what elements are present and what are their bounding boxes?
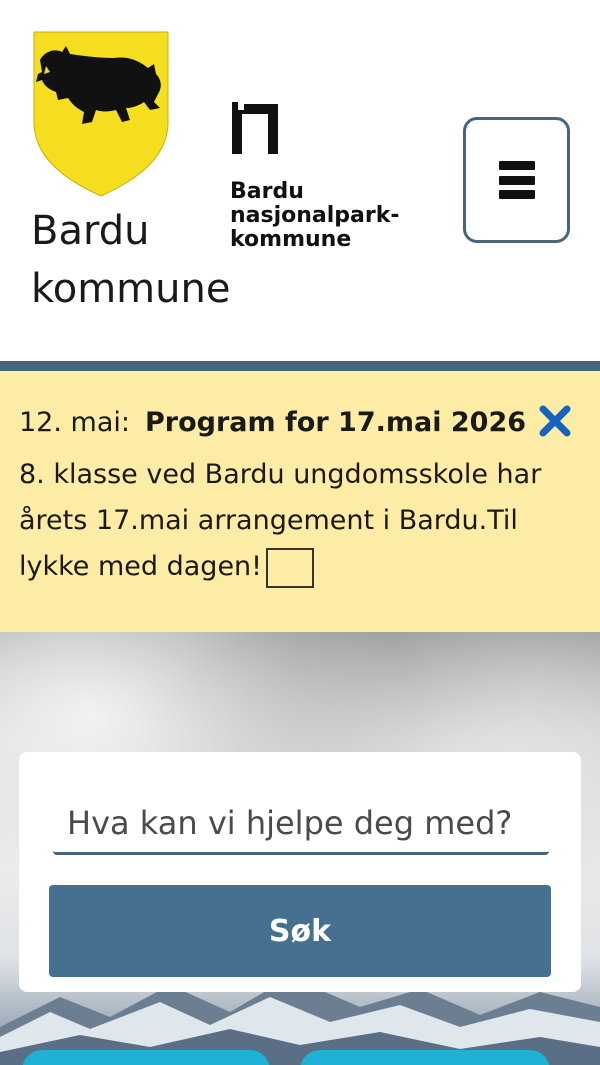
quick-link-button-1[interactable] (22, 1050, 270, 1065)
national-park-logo[interactable]: Bardu nasjonalpark- kommune (230, 100, 410, 270)
np-line-3: kommune (230, 227, 352, 252)
search-button[interactable]: Søk (49, 885, 551, 977)
notice-box-icon (266, 547, 314, 588)
notice-close-button[interactable] (535, 401, 575, 441)
close-x-icon (539, 405, 571, 437)
notice-date: 12. mai: (19, 407, 130, 438)
coat-of-arms-logo[interactable] (32, 30, 170, 198)
quick-link-button-2[interactable] (300, 1050, 550, 1065)
site-header: Bardu kommune Bardu nasjonalpark- kommun… (0, 0, 600, 360)
notice-body: 8. klasse ved Bardu ungdomsskole har åre… (19, 452, 579, 590)
menu-button[interactable] (463, 117, 570, 243)
header-divider (0, 361, 600, 371)
national-park-mark-icon (232, 102, 278, 154)
notice-title-link[interactable]: Program for 17.mai 2026 (145, 403, 526, 443)
municipality-name[interactable]: Bardu kommune (31, 202, 231, 318)
np-line-2: nasjonalpark- (230, 203, 400, 228)
hamburger-menu-icon (498, 161, 535, 199)
search-input[interactable] (53, 793, 549, 855)
np-line-1: Bardu (230, 179, 304, 204)
national-park-logo-text: Bardu nasjonalpark- kommune (230, 180, 400, 252)
